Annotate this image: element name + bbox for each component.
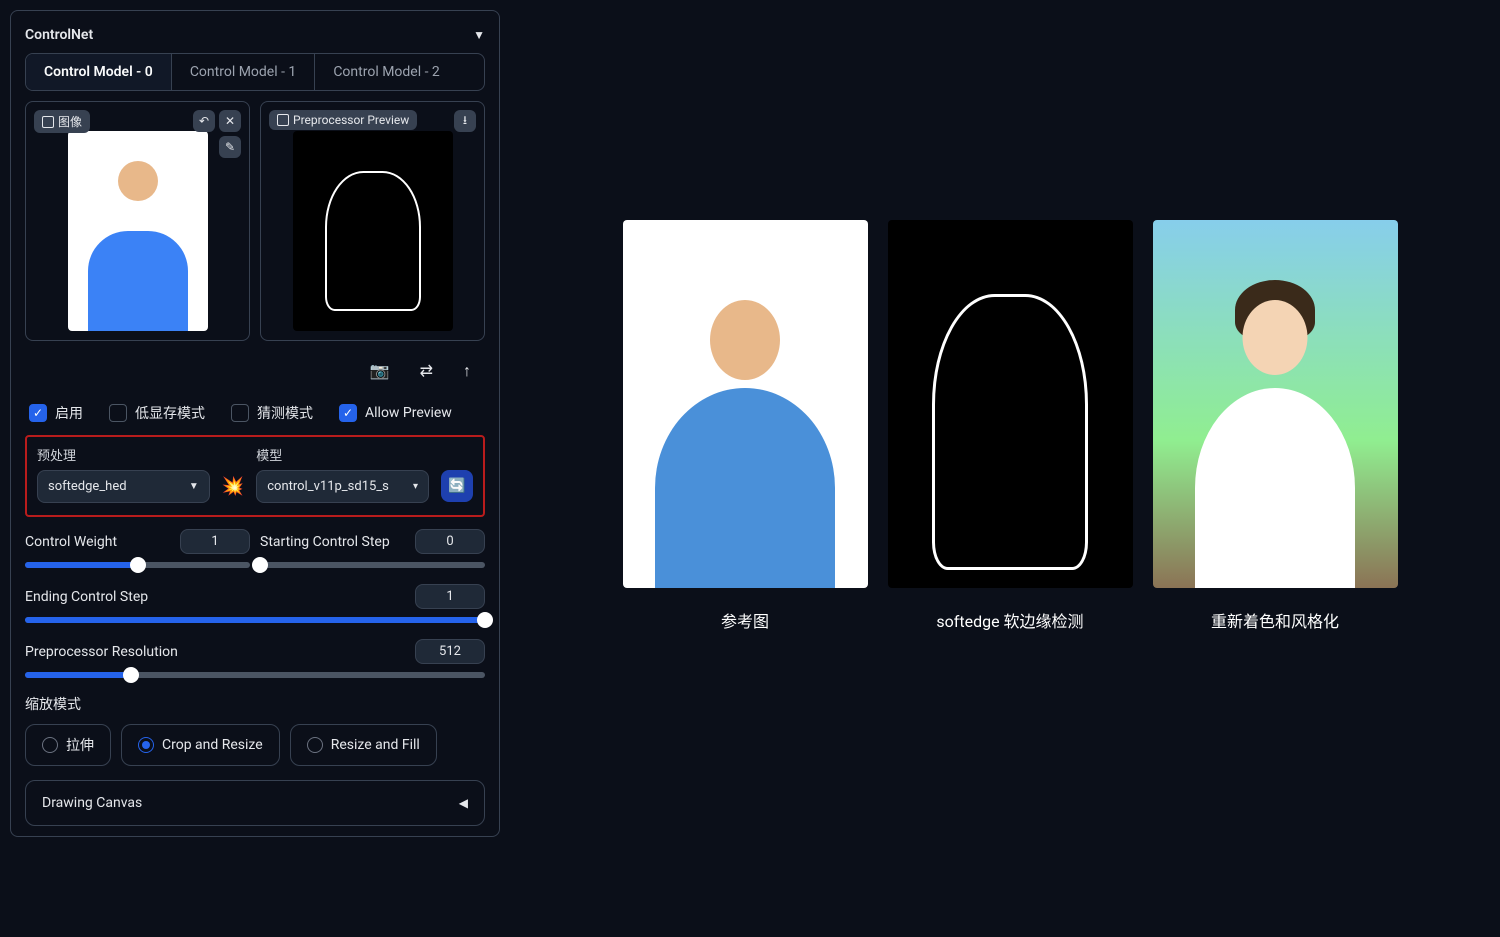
ending-step-slider: Ending Control Step 1	[25, 584, 485, 623]
tab-model-1[interactable]: Control Model - 1	[172, 54, 316, 90]
slider-thumb[interactable]	[130, 557, 146, 573]
weight-label: Control Weight	[25, 534, 117, 550]
caption-result: 重新着色和风格化	[1153, 608, 1398, 632]
radio-icon	[42, 737, 58, 753]
gallery-col-result: 重新着色和风格化	[1153, 220, 1398, 632]
end-label: Ending Control Step	[25, 589, 148, 605]
resize-stretch-label: 拉伸	[66, 735, 94, 755]
checkbox-icon	[231, 404, 249, 422]
resize-fill[interactable]: Resize and Fill	[290, 724, 437, 766]
expand-left-icon: ◀	[459, 796, 468, 810]
start-value[interactable]: 0	[415, 529, 485, 554]
control-panel: ControlNet ▼ Control Model - 0 Control M…	[0, 0, 510, 937]
preview-image	[261, 102, 484, 340]
run-preprocessor-button[interactable]: 💥	[222, 476, 244, 503]
slider-thumb[interactable]	[123, 667, 139, 683]
image-label: 图像	[34, 110, 90, 133]
checkbox-icon: ✓	[29, 404, 47, 422]
lowvram-checkbox[interactable]: 低显存模式	[109, 403, 205, 423]
panel-title: ControlNet	[25, 27, 93, 43]
edge-image	[888, 220, 1133, 588]
resolution-slider: Preprocessor Resolution 512	[25, 639, 485, 678]
resize-crop-label: Crop and Resize	[162, 737, 263, 753]
gallery-col-edge: softedge 软边缘检测	[888, 220, 1133, 632]
brush-icon[interactable]: ✎	[219, 136, 241, 158]
checkbox-icon	[109, 404, 127, 422]
gallery: 参考图 softedge 软边缘检测 重新着色和风格化	[560, 220, 1460, 632]
reference-image	[623, 220, 868, 588]
starting-step-slider: Starting Control Step 0	[260, 529, 485, 568]
collapse-icon[interactable]: ▼	[473, 28, 485, 42]
caption-reference: 参考图	[623, 608, 868, 632]
slider-track[interactable]	[25, 617, 485, 623]
source-image-box[interactable]: 图像 ↶ ✕ ✎	[25, 101, 250, 341]
image-row: 图像 ↶ ✕ ✎	[25, 101, 485, 341]
preview-label-text: Preprocessor Preview	[293, 113, 409, 127]
image-icon	[42, 116, 54, 128]
image-toolbar: 📷 ⇄ ↑	[25, 351, 485, 391]
radio-icon	[307, 737, 323, 753]
control-weight-slider: Control Weight 1	[25, 529, 250, 568]
slider-thumb[interactable]	[252, 557, 268, 573]
download-icon[interactable]: ⭳	[454, 110, 476, 132]
resize-mode-label: 缩放模式	[25, 694, 485, 714]
drawing-canvas-toggle[interactable]: Drawing Canvas ◀	[25, 780, 485, 826]
resize-fill-label: Resize and Fill	[331, 737, 420, 753]
resize-stretch[interactable]: 拉伸	[25, 724, 111, 766]
enable-label: 启用	[55, 403, 83, 423]
controlnet-card: ControlNet ▼ Control Model - 0 Control M…	[10, 10, 500, 837]
webcam-icon[interactable]: 📷	[370, 361, 390, 381]
image-label-text: 图像	[58, 113, 82, 130]
canvas-label: Drawing Canvas	[42, 795, 142, 811]
weight-value[interactable]: 1	[180, 529, 250, 554]
model-value: control_v11p_sd15_s	[267, 479, 389, 494]
preprocessor-value: softedge_hed	[48, 479, 127, 494]
end-value[interactable]: 1	[415, 584, 485, 609]
close-icon[interactable]: ✕	[219, 110, 241, 132]
slider-track[interactable]	[260, 562, 485, 568]
card-header[interactable]: ControlNet ▼	[25, 21, 485, 53]
preprocessor-label: 预处理	[37, 445, 210, 464]
checkbox-icon: ✓	[339, 404, 357, 422]
result-image	[1153, 220, 1398, 588]
allow-preview-checkbox[interactable]: ✓ Allow Preview	[339, 403, 452, 423]
guess-checkbox[interactable]: 猜测模式	[231, 403, 313, 423]
slider-thumb[interactable]	[477, 612, 493, 628]
tab-model-2[interactable]: Control Model - 2	[315, 54, 458, 90]
tab-model-0[interactable]: Control Model - 0	[26, 54, 172, 90]
preprocessor-dropdown[interactable]: softedge_hed ▼	[37, 470, 210, 503]
allow-preview-label: Allow Preview	[365, 405, 452, 421]
resize-mode-radios: 拉伸 Crop and Resize Resize and Fill	[25, 724, 485, 766]
res-label: Preprocessor Resolution	[25, 644, 178, 660]
preproc-model-section: 预处理 softedge_hed ▼ 💥 模型 control_v11p_sd1…	[25, 435, 485, 517]
chevron-down-icon: ▾	[413, 481, 418, 492]
refresh-models-button[interactable]: 🔄	[441, 470, 473, 502]
gallery-col-reference: 参考图	[623, 220, 868, 632]
model-label: 模型	[256, 445, 429, 464]
model-dropdown[interactable]: control_v11p_sd15_s ▾	[256, 470, 429, 503]
preview-box-buttons: ⭳	[454, 110, 476, 132]
guess-label: 猜测模式	[257, 403, 313, 423]
chevron-down-icon: ▼	[189, 481, 199, 492]
gallery-area: 参考图 softedge 软边缘检测 重新着色和风格化	[510, 0, 1500, 937]
preview-label: Preprocessor Preview	[269, 110, 417, 130]
res-value[interactable]: 512	[415, 639, 485, 664]
refresh-icon: 🔄	[448, 478, 465, 494]
slider-track[interactable]	[25, 562, 250, 568]
lowvram-label: 低显存模式	[135, 403, 205, 423]
slider-track[interactable]	[25, 672, 485, 678]
enable-checkbox[interactable]: ✓ 启用	[29, 403, 83, 423]
upload-icon[interactable]: ↑	[463, 361, 471, 381]
image-box-buttons: ↶ ✕ ✎	[193, 110, 241, 158]
preview-image-box[interactable]: Preprocessor Preview ⭳	[260, 101, 485, 341]
image-icon	[277, 114, 289, 126]
undo-icon[interactable]: ↶	[193, 110, 215, 132]
resize-crop[interactable]: Crop and Resize	[121, 724, 280, 766]
radio-icon	[138, 737, 154, 753]
start-label: Starting Control Step	[260, 534, 390, 550]
swap-icon[interactable]: ⇄	[420, 361, 433, 381]
model-tabs: Control Model - 0 Control Model - 1 Cont…	[25, 53, 485, 91]
checkbox-row: ✓ 启用 低显存模式 猜测模式 ✓ Allow Preview	[25, 391, 485, 435]
caption-edge: softedge 软边缘检测	[888, 608, 1133, 632]
